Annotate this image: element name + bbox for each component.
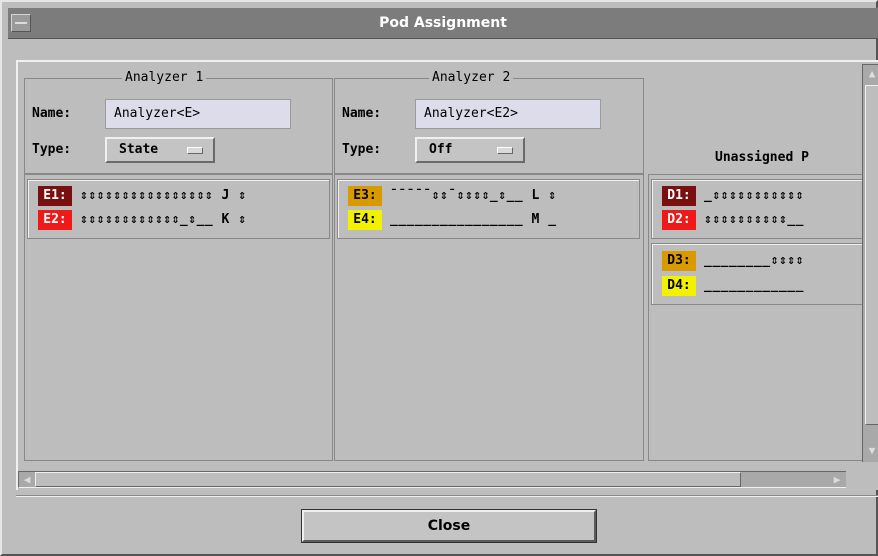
analyzer-2-name-field[interactable]: Analyzer<E2>	[415, 99, 601, 129]
pod-tag: E2:	[38, 210, 72, 230]
unassigned-pods-heading: Unassigned P	[715, 150, 809, 165]
pod-tag: D4:	[662, 276, 696, 296]
analyzer-1-legend: Analyzer 1	[122, 70, 207, 86]
unassigned-pod-group-1: D1: _⇕⇕⇕⇕⇕⇕⇕⇕⇕⇕⇕ D2: ⇕⇕⇕⇕⇕⇕⇕⇕⇕⇕__	[651, 179, 878, 239]
pod-assignment-panel: Analyzer 1 Name: Analyzer<E> Type: State…	[16, 60, 878, 490]
pod-e3[interactable]: E3: ¯¯¯¯¯⇕⇕¯⇕⇕⇕⇕_⇕__ L ⇕	[348, 186, 557, 208]
horizontal-scroll-thumb[interactable]	[35, 472, 741, 487]
pod-d4[interactable]: D4: ____________	[662, 276, 804, 298]
pod-d2[interactable]: D2: ⇕⇕⇕⇕⇕⇕⇕⇕⇕⇕__	[662, 210, 804, 232]
pod-tag: E1:	[38, 186, 72, 206]
title-bar: Pod Assignment	[8, 8, 878, 39]
scroll-left-icon[interactable]: ◀	[21, 474, 33, 486]
pod-tag: D1:	[662, 186, 696, 206]
window-title: Pod Assignment	[379, 15, 507, 31]
scroll-right-icon[interactable]: ▶	[831, 474, 843, 486]
analyzer-1-group: Analyzer 1 Name: Analyzer<E> Type: State	[24, 70, 333, 174]
unassigned-pod-group-2: D3: ________⇕⇕⇕⇕ D4: ____________	[651, 243, 878, 305]
analyzer-2-type-button[interactable]: Off	[415, 137, 525, 163]
analyzer-1-pods-column: E1: ⇕⇕⇕⇕⇕⇕⇕⇕⇕⇕⇕⇕⇕⇕⇕⇕ J ⇕ E2: ⇕⇕⇕⇕⇕⇕⇕⇕⇕⇕⇕⇕_…	[24, 174, 333, 461]
analyzer-1-type-value: State	[119, 142, 159, 157]
name-label: Name:	[32, 106, 72, 121]
pod-bits: ________⇕⇕⇕⇕	[704, 253, 804, 268]
analyzer-1-pod-group: E1: ⇕⇕⇕⇕⇕⇕⇕⇕⇕⇕⇕⇕⇕⇕⇕⇕ J ⇕ E2: ⇕⇕⇕⇕⇕⇕⇕⇕⇕⇕⇕⇕_…	[27, 179, 330, 239]
pod-e2[interactable]: E2: ⇕⇕⇕⇕⇕⇕⇕⇕⇕⇕⇕⇕_⇕__ K ⇕	[38, 210, 247, 232]
analyzer-2-pod-group: E3: ¯¯¯¯¯⇕⇕¯⇕⇕⇕⇕_⇕__ L ⇕ E4: _____________…	[337, 179, 640, 239]
pod-tag: E4:	[348, 210, 382, 230]
analyzer-1-name-field[interactable]: Analyzer<E>	[105, 99, 291, 129]
analyzer-2-pods-column: E3: ¯¯¯¯¯⇕⇕¯⇕⇕⇕⇕_⇕__ L ⇕ E4: _____________…	[334, 174, 644, 461]
analyzer-2-type-value: Off	[429, 142, 453, 157]
pod-bits: ⇕⇕⇕⇕⇕⇕⇕⇕⇕⇕⇕⇕_⇕__ K ⇕	[80, 212, 247, 227]
analyzer-2-legend: Analyzer 2	[429, 70, 514, 86]
pod-bits: _⇕⇕⇕⇕⇕⇕⇕⇕⇕⇕⇕	[704, 188, 804, 203]
pod-bits: ⇕⇕⇕⇕⇕⇕⇕⇕⇕⇕__	[704, 212, 804, 227]
vertical-scroll-thumb[interactable]	[865, 85, 878, 425]
pod-d3[interactable]: D3: ________⇕⇕⇕⇕	[662, 251, 804, 273]
close-button[interactable]: Close	[301, 509, 597, 543]
type-label: Type:	[342, 142, 382, 157]
pod-bits: ⇕⇕⇕⇕⇕⇕⇕⇕⇕⇕⇕⇕⇕⇕⇕⇕ J ⇕	[80, 188, 247, 203]
pod-bits: ¯¯¯¯¯⇕⇕¯⇕⇕⇕⇕_⇕__ L ⇕	[390, 188, 557, 203]
pod-tag: D2:	[662, 210, 696, 230]
analyzer-2-group: Analyzer 2 Name: Analyzer<E2> Type: Off	[334, 70, 644, 174]
pod-e4[interactable]: E4: ________________ M _	[348, 210, 557, 232]
pod-e1[interactable]: E1: ⇕⇕⇕⇕⇕⇕⇕⇕⇕⇕⇕⇕⇕⇕⇕⇕ J ⇕	[38, 186, 247, 208]
pod-bits: ____________	[704, 278, 804, 293]
pod-tag: D3:	[662, 251, 696, 271]
option-menu-indicator-icon	[187, 147, 203, 154]
scroll-down-icon[interactable]: ▼	[866, 445, 878, 457]
footer-divider	[16, 495, 878, 497]
type-label: Type:	[32, 142, 72, 157]
analyzer-1-type-button[interactable]: State	[105, 137, 215, 163]
option-menu-indicator-icon	[497, 147, 513, 154]
scroll-up-icon[interactable]: ▲	[866, 68, 878, 80]
unassigned-pods-column: D1: _⇕⇕⇕⇕⇕⇕⇕⇕⇕⇕⇕ D2: ⇕⇕⇕⇕⇕⇕⇕⇕⇕⇕__ D3: _____…	[648, 174, 878, 461]
pod-bits: ________________ M _	[390, 212, 557, 227]
vertical-scrollbar[interactable]: ▲ ▼	[862, 64, 878, 462]
horizontal-scrollbar[interactable]: ◀ ▶	[18, 471, 846, 488]
name-label: Name:	[342, 106, 382, 121]
pod-assignment-window: Pod Assignment Analyzer 1 Name: Analyzer…	[0, 0, 878, 556]
pod-tag: E3:	[348, 186, 382, 206]
pod-d1[interactable]: D1: _⇕⇕⇕⇕⇕⇕⇕⇕⇕⇕⇕	[662, 186, 804, 208]
